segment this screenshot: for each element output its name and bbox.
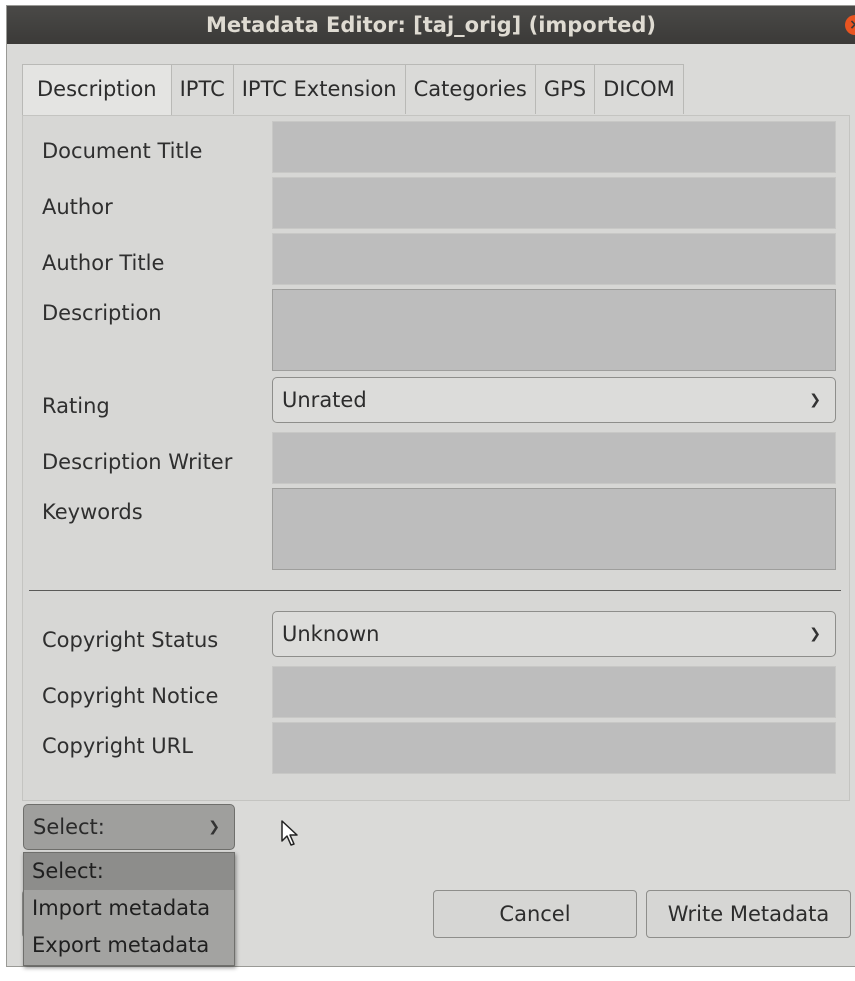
window-title: Metadata Editor: [taj_orig] (imported) — [205, 13, 656, 37]
document-title-label: Document Title — [42, 139, 203, 163]
keywords-label: Keywords — [42, 500, 143, 524]
document-title-field[interactable] — [272, 121, 836, 173]
description-panel: Document Title Author Author Title Descr… — [22, 115, 850, 801]
rating-combo[interactable]: Unrated ❯ — [272, 377, 836, 423]
copyright-status-label: Copyright Status — [42, 628, 219, 652]
dropdown-item-export-metadata[interactable]: Export metadata — [24, 927, 234, 964]
description-writer-label: Description Writer — [42, 450, 233, 474]
write-metadata-button[interactable]: Write Metadata — [646, 890, 851, 938]
titlebar: Metadata Editor: [taj_orig] (imported) × — [7, 6, 855, 44]
description-label: Description — [42, 301, 162, 325]
tab-dicom[interactable]: DICOM — [595, 64, 684, 114]
author-label: Author — [42, 195, 113, 219]
dropdown-item-select[interactable]: Select: — [24, 853, 234, 890]
tab-iptc-extension[interactable]: IPTC Extension — [233, 64, 406, 114]
tab-description[interactable]: Description — [22, 64, 172, 116]
separator — [29, 590, 841, 591]
copyright-status-combo[interactable]: Unknown ❯ — [272, 611, 836, 657]
author-title-label: Author Title — [42, 251, 165, 275]
close-glyph: × — [849, 17, 855, 33]
cancel-button[interactable]: Cancel — [433, 890, 637, 938]
dropdown-item-import-metadata[interactable]: Import metadata — [24, 890, 234, 927]
copyright-notice-label: Copyright Notice — [42, 684, 219, 708]
description-field[interactable] — [272, 289, 836, 371]
author-field[interactable] — [272, 177, 836, 229]
chevron-down-icon: ❯ — [208, 819, 220, 835]
copyright-url-field[interactable] — [272, 722, 836, 774]
chevron-down-icon: ❯ — [809, 392, 821, 408]
tab-gps[interactable]: GPS — [535, 64, 596, 114]
close-icon[interactable]: × — [845, 15, 855, 35]
copyright-url-label: Copyright URL — [42, 734, 193, 758]
author-title-field[interactable] — [272, 233, 836, 285]
copyright-notice-field[interactable] — [272, 666, 836, 718]
chevron-down-icon: ❯ — [809, 626, 821, 642]
select-dropdown: Select: Import metadata Export metadata — [23, 852, 235, 966]
mouse-pointer-icon — [281, 820, 298, 846]
tab-iptc[interactable]: IPTC — [171, 64, 234, 114]
description-writer-field[interactable] — [272, 432, 836, 484]
tab-bar: Description IPTC IPTC Extension Categori… — [22, 64, 684, 116]
rating-label: Rating — [42, 394, 110, 418]
keywords-field[interactable] — [272, 488, 836, 570]
select-combo[interactable]: Select: ❯ — [23, 804, 235, 850]
tab-categories[interactable]: Categories — [405, 64, 536, 114]
copyright-status-value: Unknown — [282, 622, 380, 646]
select-value: Select: — [33, 815, 105, 839]
rating-value: Unrated — [282, 388, 367, 412]
